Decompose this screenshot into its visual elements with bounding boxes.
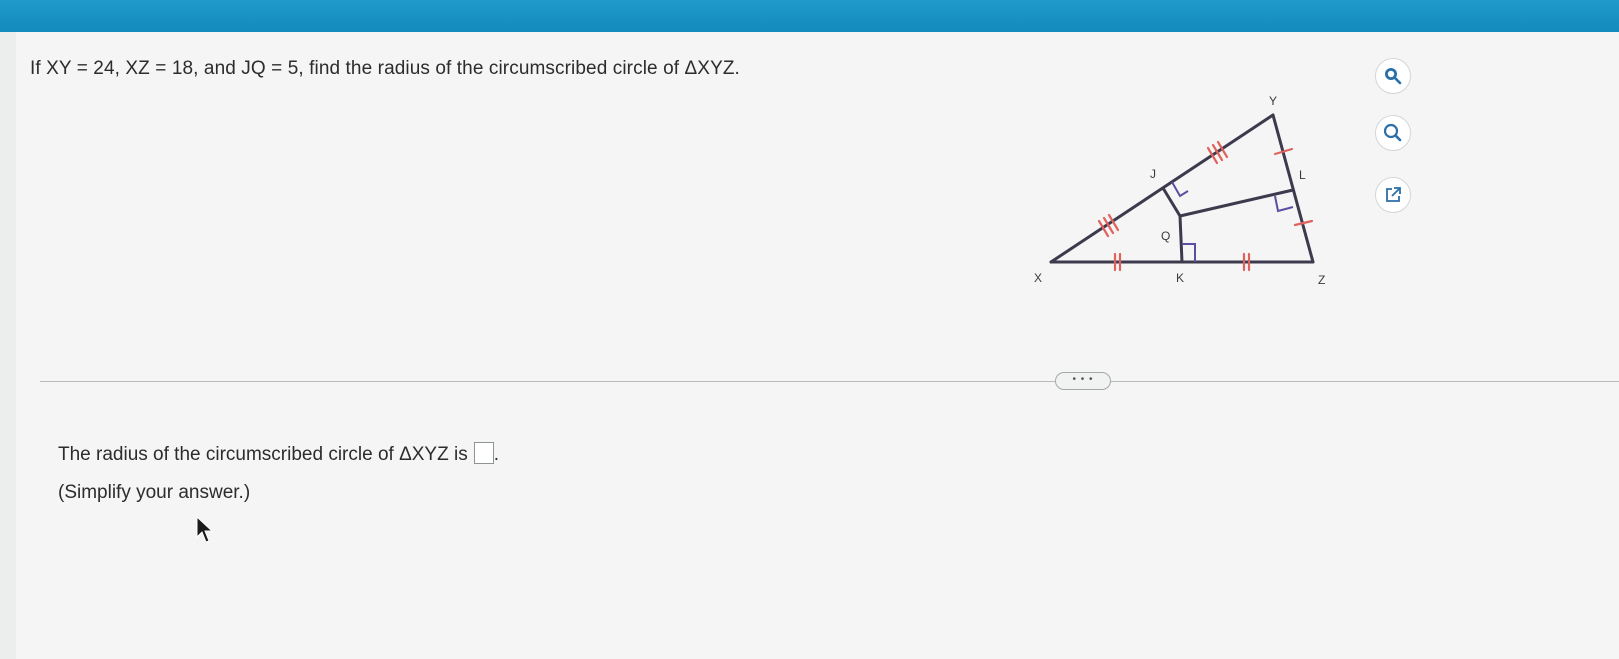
right-angle-j [1171, 181, 1189, 198]
zoom-out-icon [1383, 123, 1402, 142]
label-j: J [1150, 167, 1156, 181]
mouse-cursor-icon [196, 515, 214, 543]
more-button[interactable]: • • • [1055, 372, 1111, 390]
answer-prefix: The radius of the circumscribed circle o… [58, 444, 468, 465]
label-l: L [1299, 168, 1306, 182]
right-angle-k [1182, 243, 1196, 262]
label-k: K [1176, 271, 1184, 285]
right-angle-l [1274, 195, 1294, 213]
top-bar [0, 0, 1619, 32]
label-z: Z [1318, 273, 1325, 287]
label-x: X [1034, 271, 1042, 285]
popout-icon [1386, 187, 1401, 202]
answer-line: The radius of the circumscribed circle o… [58, 442, 499, 466]
zoom-in-button[interactable] [1375, 58, 1411, 94]
question-text: If XY = 24, XZ = 18, and JQ = 5, find th… [30, 58, 740, 79]
answer-suffix: . [493, 444, 499, 465]
popout-button[interactable] [1375, 177, 1411, 213]
answer-input[interactable] [473, 442, 494, 464]
section-divider [40, 381, 1619, 382]
segment-kq [1178, 214, 1184, 264]
triangle-diagram: Y J L Q X K Z [1034, 94, 1325, 287]
zoom-out-button[interactable] [1375, 115, 1411, 151]
zoom-in-icon [1385, 68, 1402, 85]
label-y: Y [1269, 94, 1277, 108]
simplify-hint: (Simplify your answer.) [58, 482, 251, 503]
label-q: Q [1161, 229, 1170, 243]
